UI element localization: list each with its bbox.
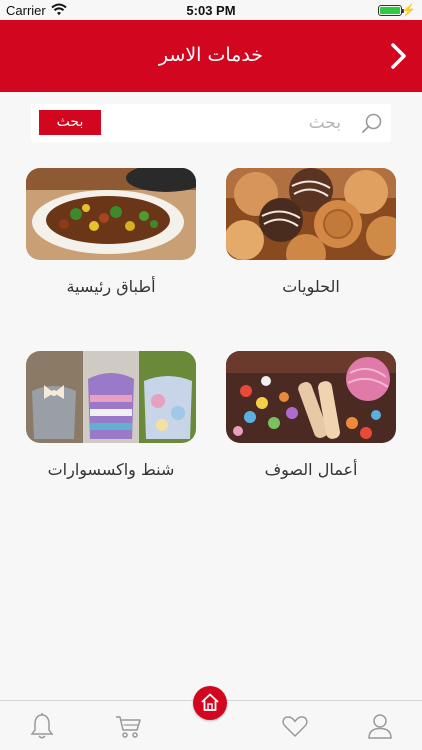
category-card-main-dishes[interactable]: أطباق رئيسية [26,168,196,296]
heart-icon[interactable] [281,712,309,740]
search-box: بحث [31,104,391,142]
sweets-image [226,168,396,260]
bags-accessories-image [26,351,196,443]
status-time: 5:03 PM [186,3,236,18]
header-bar: خدمات الاسر [0,20,422,92]
status-bar: Carrier 5:03 PM ⚡ [0,0,422,20]
category-label-wool-crafts: أعمال الصوف [264,460,358,479]
search-input[interactable] [111,108,341,138]
category-label-sweets: الحلويات [282,277,340,296]
category-card-bags-accessories[interactable]: شنط واكسسوارات [26,351,196,479]
search-icon [362,113,382,133]
bell-icon[interactable] [29,712,55,740]
home-icon [201,693,219,711]
chevron-right-icon[interactable] [390,42,408,70]
category-label-bags-accessories: شنط واكسسوارات [47,460,175,479]
cart-icon[interactable] [114,712,142,740]
category-label-main-dishes: أطباق رئيسية [66,277,156,296]
charging-icon: ⚡ [401,3,416,17]
category-card-wool-crafts[interactable]: أعمال الصوف [226,351,396,479]
category-card-sweets[interactable]: الحلويات [226,168,396,296]
wool-crafts-image [226,351,396,443]
home-button[interactable] [193,686,227,720]
user-icon[interactable] [367,712,393,740]
page-title: خدمات الاسر [158,44,264,66]
battery-icon [378,5,404,16]
search-button[interactable]: بحث [39,110,101,135]
main-dishes-image [26,168,196,260]
